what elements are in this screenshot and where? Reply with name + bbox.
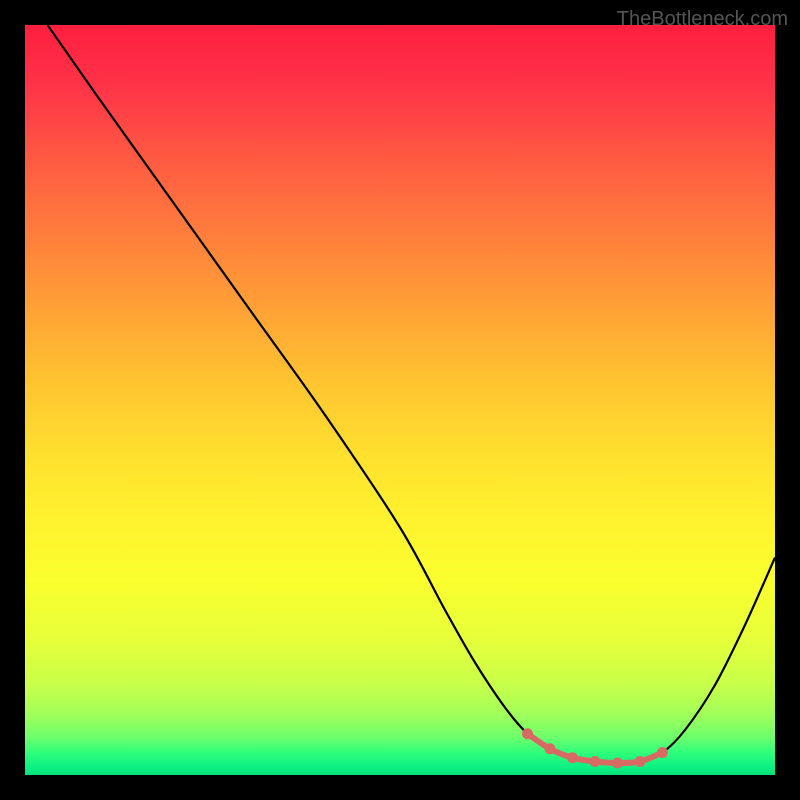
gradient-background xyxy=(25,25,775,775)
watermark-text: TheBottleneck.com xyxy=(617,8,788,31)
plot-area xyxy=(25,25,775,775)
